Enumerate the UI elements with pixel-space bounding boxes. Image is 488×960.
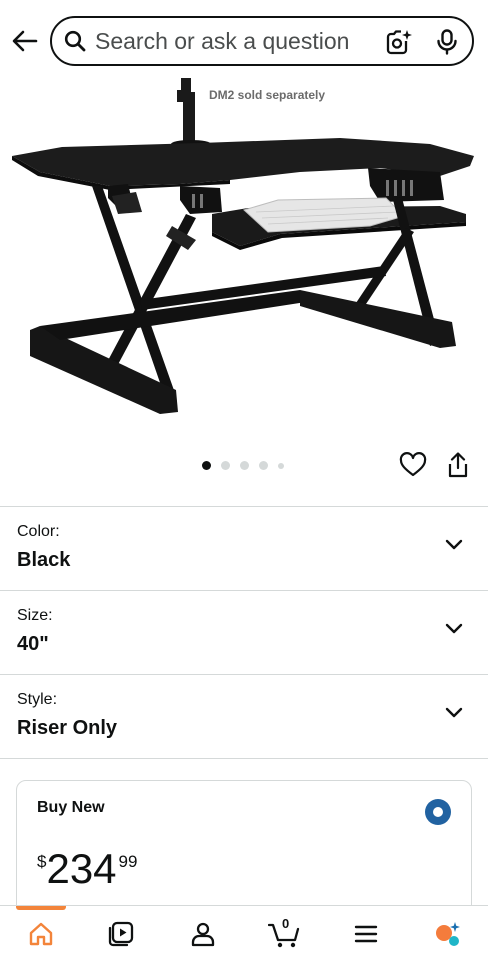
active-tab-indicator [16, 906, 66, 910]
video-icon [108, 921, 134, 947]
nav-home[interactable] [24, 918, 58, 950]
carousel-dot-active[interactable] [202, 461, 211, 470]
cart-count: 0 [282, 916, 290, 931]
bottom-nav: 0 [0, 905, 488, 960]
back-button[interactable] [10, 27, 40, 55]
carousel-dot[interactable] [221, 461, 230, 470]
nav-cart[interactable]: 0 [268, 916, 302, 950]
price-symbol: $ [37, 852, 47, 871]
arrow-left-icon [12, 30, 38, 52]
chevron-down-icon [445, 707, 463, 718]
variation-style[interactable]: Style: Riser Only [0, 674, 488, 758]
camera-sparkle-icon[interactable] [386, 29, 412, 55]
standing-desk-illustration [12, 78, 474, 414]
nav-menu[interactable] [349, 918, 383, 950]
account-icon [191, 922, 215, 947]
menu-icon [354, 925, 378, 943]
buy-option-title: Buy New [37, 799, 105, 816]
product-image[interactable]: DM2 sold separately [0, 76, 488, 446]
share-icon[interactable] [447, 452, 469, 478]
carousel-dot[interactable] [278, 462, 284, 469]
variation-value: Black [17, 549, 71, 571]
home-icon [29, 922, 53, 946]
top-header [0, 0, 488, 76]
carousel-dots[interactable] [202, 461, 294, 470]
variation-value: 40" [17, 633, 49, 655]
variation-label: Size: [17, 607, 53, 624]
variation-label: Color: [17, 523, 60, 540]
nav-assistant[interactable] [430, 918, 464, 950]
nav-account[interactable] [186, 918, 220, 950]
section-divider [0, 758, 488, 759]
variation-label: Style: [17, 691, 58, 708]
variation-size[interactable]: Size: 40" [0, 590, 488, 674]
chevron-down-icon [445, 623, 463, 634]
search-icon [63, 29, 87, 53]
variation-color[interactable]: Color: Black [0, 506, 488, 590]
search-bar[interactable] [50, 16, 474, 66]
price-whole: 234 [46, 845, 117, 892]
carousel-dot[interactable] [240, 461, 249, 470]
chevron-down-icon [445, 539, 463, 550]
price-fraction: 99 [118, 852, 138, 871]
search-input[interactable] [95, 21, 375, 61]
nav-video[interactable] [104, 918, 138, 950]
price: $ 234 99 [37, 847, 137, 891]
radio-selected[interactable] [425, 799, 451, 825]
variation-value: Riser Only [17, 717, 118, 739]
carousel-dot[interactable] [259, 461, 268, 470]
carousel-row [0, 446, 488, 504]
heart-icon[interactable] [399, 452, 427, 478]
microphone-icon[interactable] [436, 29, 458, 55]
assistant-icon [436, 922, 460, 946]
